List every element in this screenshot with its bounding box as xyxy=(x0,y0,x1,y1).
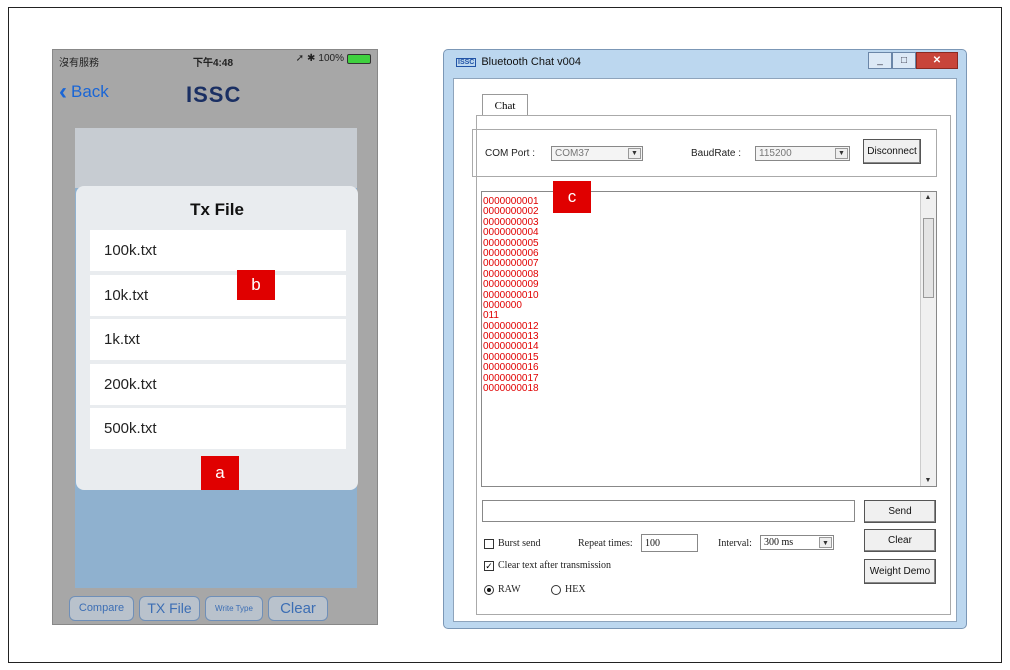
chat-lines: 0000000001 0000000002 0000000003 0000000… xyxy=(483,196,539,395)
file-item[interactable]: 10k.txt xyxy=(90,275,346,316)
repeat-times-input[interactable]: 100 xyxy=(641,534,698,552)
battery-indicator: ➚ ✱ 100% xyxy=(296,53,371,64)
file-item[interactable]: 500k.txt xyxy=(90,408,346,449)
file-item[interactable]: 100k.txt xyxy=(90,230,346,271)
status-bar: 沒有服務 下午4:48 ➚ ✱ 100% xyxy=(53,50,377,69)
nav-bar: ‹ Back ISSC xyxy=(53,72,377,114)
label-b: b xyxy=(237,270,275,300)
content-header xyxy=(75,128,357,188)
file-item[interactable]: 1k.txt xyxy=(90,319,346,360)
chat-line: 0000000004 xyxy=(483,227,539,239)
send-text-input[interactable] xyxy=(482,500,855,522)
interval-value: 300 ms xyxy=(764,537,794,548)
hex-radio[interactable] xyxy=(551,585,561,595)
chat-scrollbar[interactable]: ▲ ▼ xyxy=(920,192,936,486)
weight-demo-button[interactable]: Weight Demo xyxy=(864,559,936,584)
window-controls: _ □ ✕ xyxy=(868,52,958,69)
burst-send-label: Burst send xyxy=(498,538,541,549)
clock-text: 下午4:48 xyxy=(193,58,234,69)
window-title: Bluetooth Chat v004 xyxy=(481,56,582,68)
compare-button[interactable]: Compare xyxy=(69,595,134,621)
com-port-select[interactable]: COM37 ▼ xyxy=(551,146,643,161)
battery-percent: 100% xyxy=(318,53,344,64)
chat-line: 0000000018 xyxy=(483,383,539,395)
bluetooth-icon: ✱ xyxy=(307,53,316,64)
battery-icon xyxy=(347,53,371,64)
phone-screen: 沒有服務 下午4:48 ➚ ✱ 100% ‹ Back ISSC Tx File… xyxy=(52,49,378,625)
com-port-label: COM Port : xyxy=(485,148,536,159)
clear-log-button[interactable]: Clear xyxy=(864,529,936,552)
carrier-text: 沒有服務 xyxy=(59,58,99,69)
interval-select[interactable]: 300 ms ▼ xyxy=(760,535,834,550)
chat-line: 0000000009 xyxy=(483,279,539,291)
scroll-down-icon: ▼ xyxy=(924,477,932,484)
minimize-button[interactable]: _ xyxy=(868,52,892,69)
com-settings-group: COM Port : COM37 ▼ BaudRate : 115200 ▼ D… xyxy=(472,129,937,177)
minimize-icon: _ xyxy=(877,55,883,66)
file-item[interactable]: 200k.txt xyxy=(90,364,346,405)
phone-toolbar: Compare TX File Write Type Clear xyxy=(53,590,377,624)
tx-file-button[interactable]: TX File xyxy=(139,595,200,621)
issc-app-icon: ISSC xyxy=(456,57,477,67)
write-type-button[interactable]: Write Type xyxy=(205,595,263,621)
location-icon: ➚ xyxy=(295,53,305,64)
chevron-down-icon: ▼ xyxy=(628,148,641,159)
close-button[interactable]: ✕ xyxy=(916,52,958,69)
maximize-icon: □ xyxy=(900,55,908,66)
raw-radio[interactable] xyxy=(484,585,494,595)
baudrate-label: BaudRate : xyxy=(691,148,742,159)
label-c: c xyxy=(553,181,591,213)
send-button[interactable]: Send xyxy=(864,500,936,523)
interval-label: Interval: xyxy=(718,538,752,549)
chevron-down-icon: ▼ xyxy=(835,148,848,159)
chevron-left-icon: ‹ xyxy=(59,78,67,105)
clear-after-label: Clear text after transmission xyxy=(498,560,612,571)
label-a: a xyxy=(201,456,239,490)
baudrate-value: 115200 xyxy=(759,148,792,159)
hex-label: HEX xyxy=(565,584,586,595)
raw-label: RAW xyxy=(498,584,521,595)
disconnect-button[interactable]: Disconnect xyxy=(863,139,921,164)
chat-log[interactable]: 0000000001 0000000002 0000000003 0000000… xyxy=(481,191,937,487)
scroll-thumb[interactable] xyxy=(923,218,934,298)
tab-chat[interactable]: Chat xyxy=(482,94,528,116)
back-button[interactable]: ‹ Back xyxy=(59,78,109,105)
tx-file-dialog: Tx File 100k.txt 10k.txt 1k.txt 200k.txt… xyxy=(76,186,358,490)
dialog-title: Tx File xyxy=(190,200,244,219)
issc-logo: ISSC xyxy=(186,82,242,107)
window-title-bar: ISSC Bluetooth Chat v004 xyxy=(456,56,581,68)
scroll-up-icon: ▲ xyxy=(924,194,932,201)
clear-after-checkbox[interactable]: ✓ xyxy=(484,561,494,571)
com-port-value: COM37 xyxy=(555,148,590,159)
chevron-down-icon: ▼ xyxy=(819,537,832,548)
repeat-times-label: Repeat times: xyxy=(578,538,633,549)
burst-send-checkbox[interactable] xyxy=(484,539,494,549)
clear-button[interactable]: Clear xyxy=(268,595,328,621)
checkmark-icon: ✓ xyxy=(485,561,493,571)
back-label: Back xyxy=(71,82,109,101)
maximize-button[interactable]: □ xyxy=(892,52,916,69)
baudrate-select[interactable]: 115200 ▼ xyxy=(755,146,850,161)
close-icon: ✕ xyxy=(932,55,942,66)
